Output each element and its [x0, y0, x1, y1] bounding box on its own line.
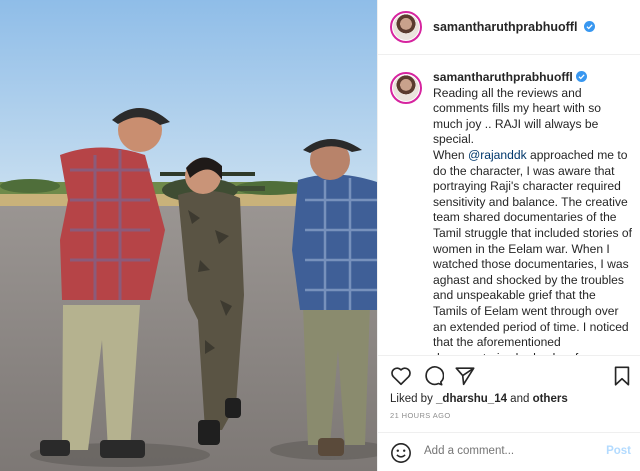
likes-and: and	[506, 393, 533, 405]
verified-badge-icon	[583, 21, 595, 32]
post-timestamp[interactable]: 21 HOURS AGO	[390, 411, 451, 420]
post-header: samantharuthprabhuoffl	[378, 0, 640, 55]
comments-section[interactable]: samantharuthprabhuoffl Reading all the r…	[378, 56, 640, 355]
heart-icon[interactable]	[390, 365, 412, 387]
caption-p2-body: approached me to do the character, I was…	[433, 147, 632, 355]
post-photo[interactable]	[0, 0, 377, 471]
caption-username[interactable]: samantharuthprabhuoffl	[433, 70, 573, 84]
bookmark-icon[interactable]	[611, 365, 633, 387]
post-side-panel: samantharuthprabhuoffl samantharuthprabh…	[377, 0, 640, 471]
emoji-icon[interactable]	[390, 442, 412, 464]
comment-input[interactable]	[424, 445, 584, 457]
header-username[interactable]: samantharuthprabhuoffl	[433, 20, 595, 34]
caption-avatar[interactable]	[390, 72, 422, 104]
verified-badge-icon	[575, 71, 587, 82]
add-comment-bar: Post	[378, 432, 640, 471]
caption-line1: Reading all the reviews and comments fil…	[433, 85, 602, 147]
caption-text: samantharuthprabhuoffl Reading all the r…	[433, 70, 633, 355]
profile-avatar[interactable]	[390, 11, 422, 43]
mention-link[interactable]: @rajanddk	[468, 148, 527, 162]
caption: samantharuthprabhuoffl Reading all the r…	[378, 56, 640, 355]
comment-icon[interactable]	[422, 365, 444, 387]
photo-illustration	[0, 0, 377, 471]
share-icon[interactable]	[454, 365, 476, 387]
liked-by-user[interactable]: _dharshu_14	[436, 393, 507, 405]
likes-prefix: Liked by	[390, 393, 437, 405]
likes-summary: Liked by _dharshu_14 and others	[390, 393, 568, 405]
liked-by-others[interactable]: others	[533, 393, 568, 405]
post-comment-button[interactable]: Post	[606, 445, 631, 457]
caption-p2-start: When	[433, 147, 468, 162]
